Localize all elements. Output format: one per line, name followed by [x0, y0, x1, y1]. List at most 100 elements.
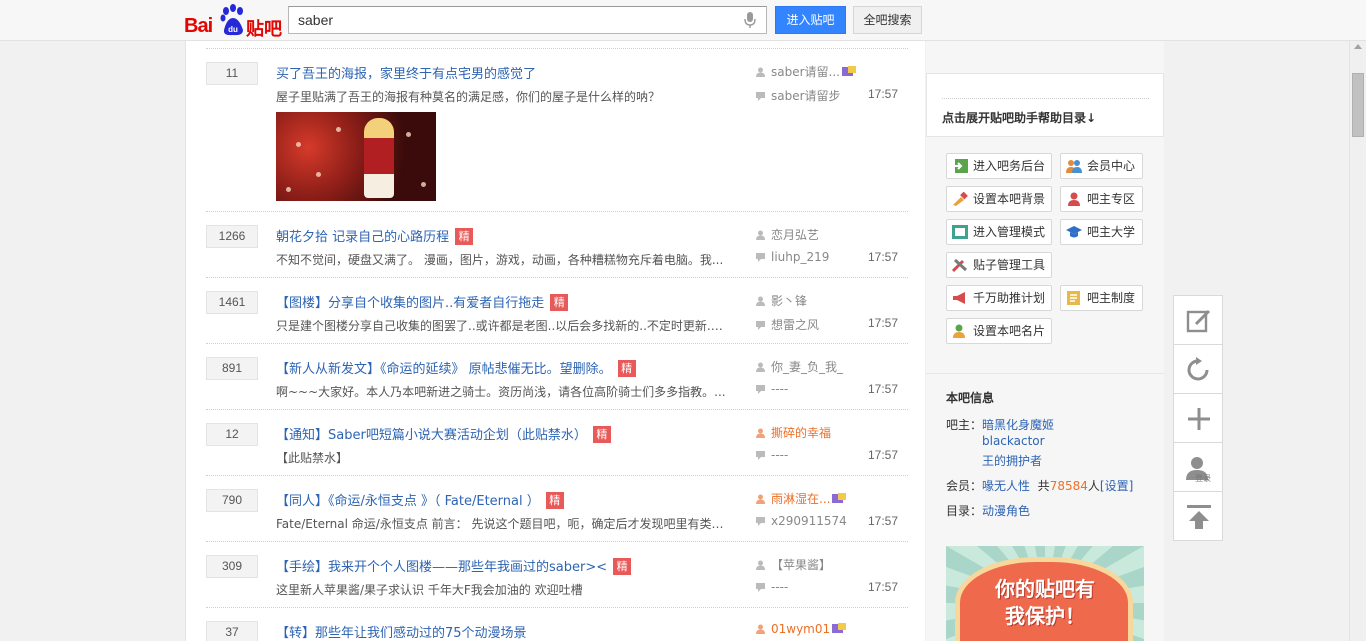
tool-label: 千万助推计划: [973, 291, 1046, 305]
tool-label: 会员中心: [1087, 159, 1136, 173]
paw-logo-icon: du: [220, 4, 243, 36]
tool-owner-rules[interactable]: 吧主制度: [1060, 285, 1143, 311]
thread-title[interactable]: 【同人】《命运/永恒支点 》（ Fate/Eternal ） 精: [276, 490, 564, 509]
author-icon: [756, 624, 765, 634]
last-reply-name[interactable]: ----: [771, 448, 788, 462]
microphone-icon[interactable]: [744, 12, 756, 29]
member-label: 会员：: [946, 479, 983, 493]
author-icon: [756, 67, 765, 77]
tool-owner-university[interactable]: 吧主大学: [1060, 219, 1143, 245]
author-name[interactable]: 【苹果酱】: [771, 558, 831, 572]
tool-label: 进入吧务后台: [973, 159, 1046, 173]
owner-label: 吧主：: [946, 418, 983, 432]
thread-title[interactable]: 【转】那些年让我们感动过的75个动漫场景: [276, 622, 527, 641]
author-name[interactable]: 撕碎的幸福: [771, 426, 831, 440]
tieba-info-title: 本吧信息: [946, 391, 995, 405]
member-settings-link[interactable]: [设置]: [1100, 479, 1133, 493]
author-icon: [756, 362, 765, 372]
last-reply-name[interactable]: x290911574: [771, 514, 847, 528]
last-reply-time: 17:57: [868, 87, 899, 101]
author-name[interactable]: 01wym01: [771, 622, 830, 636]
reply-count: 37: [206, 621, 258, 641]
thread-title[interactable]: 【图楼】分享自个收集的图片..有爱者自行拖走精: [276, 292, 569, 311]
thread-title[interactable]: 买了吾王的海报，家里终于有点宅男的感觉了: [276, 63, 536, 82]
author-name[interactable]: 影丶锋: [771, 294, 807, 308]
tool-set-card[interactable]: 设置本吧名片: [946, 318, 1052, 344]
add-button[interactable]: [1173, 393, 1223, 443]
scroll-thumb[interactable]: [1352, 73, 1364, 137]
thread-item: 12 【通知】Saber吧短篇小说大赛活动企划（此贴禁水） 精 【此贴禁水】 撕碎…: [206, 409, 908, 475]
baidu-tieba-logo[interactable]: Bai du 贴吧: [184, 4, 282, 40]
promo-banner[interactable]: 你的贴吧有 我保护！: [946, 546, 1144, 641]
scroll-up-arrow-icon[interactable]: [1354, 44, 1362, 49]
thread-author: 恋月弘艺: [756, 226, 819, 243]
owner-link[interactable]: 王的拥护者: [982, 452, 1042, 469]
tool-post-manage[interactable]: 贴子管理工具: [946, 252, 1052, 278]
owner-icon: [1068, 192, 1080, 206]
assistant-help-toggle[interactable]: 点击展开贴吧助手帮助目录↓: [942, 109, 1096, 126]
thread-title-text[interactable]: 【同人】《命运/永恒支点 》（ Fate/Eternal ）: [276, 494, 540, 509]
divider: [942, 98, 1149, 99]
last-reply-name[interactable]: ----: [771, 580, 788, 594]
last-reply-time: 17:57: [868, 514, 899, 528]
thread-title-text[interactable]: 【新人从新发文】《命运的延续》 原帖悲催无比。望删除。: [276, 362, 612, 377]
category-link[interactable]: 动漫角色: [982, 502, 1030, 519]
last-reply-name[interactable]: 想雷之风: [771, 318, 819, 332]
member-name-link[interactable]: 喙无人性: [982, 479, 1030, 493]
divider: [926, 373, 1164, 374]
author-icon: [756, 230, 765, 240]
logo-bai: Bai: [184, 15, 213, 37]
tool-label: 进入管理模式: [973, 225, 1046, 239]
enter-backend-icon: [952, 159, 968, 173]
thread-title-text[interactable]: 朝花夕拾 记录自己的心路历程: [276, 230, 449, 245]
tool-label: 吧主制度: [1087, 291, 1136, 305]
refresh-button[interactable]: [1173, 344, 1223, 394]
author-name[interactable]: 恋月弘艺: [771, 228, 819, 242]
tool-owner-zone[interactable]: 吧主专区: [1060, 186, 1143, 212]
search-input[interactable]: [289, 7, 729, 33]
thread-title[interactable]: 【通知】Saber吧短篇小说大赛活动企划（此贴禁水） 精: [276, 424, 611, 443]
last-reply-time: 17:57: [868, 250, 899, 264]
tool-set-background[interactable]: 设置本吧背景: [946, 186, 1052, 212]
tool-member-center[interactable]: 会员中心: [1060, 153, 1143, 179]
banner-text: 你的贴吧有 我保护！: [946, 576, 1144, 630]
post-new-button[interactable]: [1173, 295, 1223, 345]
thread-title-text[interactable]: 【图楼】分享自个收集的图片..有爱者自行拖走: [276, 296, 544, 311]
last-reply-name[interactable]: saber请留步: [771, 89, 841, 103]
thread-title[interactable]: 【新人从新发文】《命运的延续》 原帖悲催无比。望删除。精: [276, 358, 636, 377]
thread-title[interactable]: 朝花夕拾 记录自己的心路历程精: [276, 226, 474, 245]
author-name[interactable]: 你_妻_负_我_: [771, 360, 843, 374]
tools-icon: [952, 258, 968, 272]
last-reply-name[interactable]: ----: [771, 382, 788, 396]
author-name[interactable]: saber请留...: [771, 65, 840, 79]
back-to-top-button[interactable]: [1173, 491, 1223, 541]
reply-bubble-icon: [756, 253, 765, 262]
enter-tieba-button[interactable]: 进入贴吧: [775, 6, 846, 34]
thread-thumbnail[interactable]: [276, 112, 436, 201]
last-reply-name[interactable]: liuhp_219: [771, 250, 829, 264]
thread-title[interactable]: 【手绘】我来开个个人图楼——那些年我画过的saber>< 精: [276, 556, 632, 575]
author-name[interactable]: 雨淋湿在...: [771, 492, 830, 506]
last-reply-time: 17:57: [868, 316, 899, 330]
logo-tieba: 贴吧: [246, 19, 282, 40]
thread-title-text[interactable]: 【通知】Saber吧短篇小说大赛活动企划（此贴禁水）: [276, 428, 587, 443]
reply-count: 309: [206, 555, 258, 578]
thread-excerpt: 啊~~~大家好。本人乃本吧新进之骑士。资历尚浅，请各位高阶骑士们多多指教。...: [276, 385, 726, 399]
login-caption: 登录: [1195, 474, 1211, 483]
thread-title-text[interactable]: 买了吾王的海报，家里终于有点宅男的感觉了: [276, 67, 536, 82]
tool-boost-plan[interactable]: 千万助推计划: [946, 285, 1052, 311]
last-reply: ----: [756, 448, 788, 462]
search-box: [288, 6, 767, 34]
paint-brush-icon: [953, 192, 968, 206]
thread-title-text[interactable]: 【手绘】我来开个个人图楼——那些年我画过的saber><: [276, 560, 607, 575]
thread-title-text[interactable]: 【转】那些年让我们感动过的75个动漫场景: [276, 626, 527, 641]
tool-admin-mode[interactable]: 进入管理模式: [946, 219, 1052, 245]
vertical-scrollbar[interactable]: [1349, 41, 1366, 641]
owner-link[interactable]: 暗黑化身魔姬: [982, 416, 1054, 433]
tool-admin-backend[interactable]: 进入吧务后台: [946, 153, 1052, 179]
all-tieba-search-button[interactable]: 全吧搜索: [853, 6, 922, 34]
thread-excerpt: 不知不觉间，硬盘又满了。 漫画，图片，游戏，动画，各种糟糕物充斥着电脑。我...: [276, 253, 724, 267]
owner-link[interactable]: blackactor: [982, 434, 1045, 448]
top-bar: Bai du 贴吧 进入贴吧 全吧搜索: [0, 0, 1366, 41]
user-login-button[interactable]: 登录: [1173, 442, 1223, 492]
